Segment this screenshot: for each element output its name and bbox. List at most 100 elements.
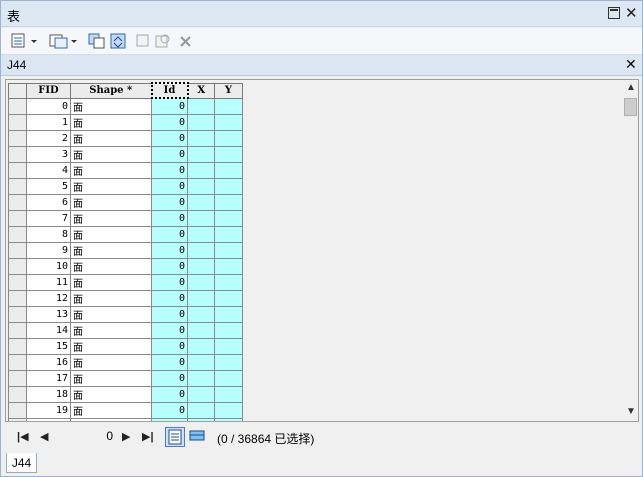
- cell-x[interactable]: [187, 241, 215, 259]
- table-row[interactable]: 6面 0: [8, 193, 243, 211]
- scroll-up-icon[interactable]: ▲: [626, 82, 636, 93]
- cell-shape[interactable]: 面: [70, 385, 152, 403]
- cell-x[interactable]: [187, 353, 215, 371]
- table-row[interactable]: 0面0: [8, 97, 243, 115]
- cell-id[interactable]: 0: [151, 193, 188, 211]
- row-selector[interactable]: [8, 161, 27, 179]
- table-row[interactable]: 19 面 0: [8, 401, 243, 419]
- cell-id[interactable]: 0: [151, 337, 188, 355]
- cell-id[interactable]: 0: [151, 241, 188, 259]
- cell-fid[interactable]: 14: [26, 321, 71, 339]
- cell-x[interactable]: [187, 273, 215, 291]
- cell-id[interactable]: 0: [151, 177, 188, 195]
- row-selector[interactable]: [8, 145, 27, 163]
- cell-y[interactable]: [214, 401, 243, 419]
- cell-y[interactable]: [214, 177, 243, 195]
- cell-y[interactable]: [214, 305, 243, 323]
- cell-fid[interactable]: 7: [26, 209, 71, 227]
- delete-selected-icon[interactable]: [179, 33, 193, 49]
- scroll-thumb[interactable]: [624, 98, 637, 116]
- column-header-fid[interactable]: FID: [26, 82, 71, 99]
- cell-fid[interactable]: 11: [26, 273, 71, 291]
- table-row[interactable]: 13 面 0: [8, 305, 243, 323]
- table-row[interactable]: 3面 0: [8, 145, 243, 163]
- cell-shape[interactable]: 面: [70, 257, 152, 275]
- cell-id[interactable]: 0: [151, 97, 188, 115]
- cell-id[interactable]: 0: [151, 369, 188, 387]
- first-record-icon[interactable]: |◀: [17, 430, 29, 443]
- cell-x[interactable]: [187, 417, 215, 421]
- vertical-scrollbar[interactable]: ▲ ▼: [622, 80, 638, 421]
- table-row[interactable]: 18 面 0: [8, 385, 243, 403]
- cell-y[interactable]: [214, 97, 243, 115]
- cell-id[interactable]: 0: [151, 145, 188, 163]
- row-selector[interactable]: [8, 241, 27, 259]
- row-selector[interactable]: [8, 97, 27, 115]
- cell-id[interactable]: 0: [151, 417, 188, 421]
- cell-x[interactable]: [187, 97, 215, 115]
- table-row[interactable]: 11 面 0: [8, 273, 243, 291]
- cell-x[interactable]: [187, 225, 215, 243]
- cell-shape[interactable]: 面: [70, 305, 152, 323]
- cell-fid[interactable]: 10: [26, 257, 71, 275]
- bottom-tab-j44[interactable]: J44: [6, 453, 37, 473]
- cell-y[interactable]: [214, 225, 243, 243]
- cell-id[interactable]: 0: [151, 257, 188, 275]
- close-table-icon[interactable]: ✕: [625, 56, 637, 73]
- cell-fid[interactable]: 3: [26, 145, 71, 163]
- cell-shape[interactable]: 面: [70, 177, 152, 195]
- cell-fid[interactable]: 8: [26, 225, 71, 243]
- cell-id[interactable]: 0: [151, 113, 188, 131]
- cell-shape[interactable]: 面: [70, 129, 152, 147]
- attribute-grid[interactable]: FID Shape * Id X Y 0面01面02面03面04面05面06面0…: [5, 79, 639, 422]
- cell-fid[interactable]: 4: [26, 161, 71, 179]
- cell-fid[interactable]: 12: [26, 289, 71, 307]
- cell-y[interactable]: [214, 129, 243, 147]
- cell-shape[interactable]: 面: [70, 369, 152, 387]
- cell-shape[interactable]: 面: [70, 113, 152, 131]
- row-selector[interactable]: [8, 321, 27, 339]
- cell-x[interactable]: [187, 145, 215, 163]
- cell-id[interactable]: 0: [151, 353, 188, 371]
- cell-shape[interactable]: 面: [70, 337, 152, 355]
- cell-shape[interactable]: 面: [70, 417, 152, 421]
- switch-selection-icon[interactable]: [110, 33, 128, 49]
- table-options-icon[interactable]: [11, 33, 39, 49]
- cell-shape[interactable]: 面: [70, 145, 152, 163]
- table-row[interactable]: 15 面 0: [8, 337, 243, 355]
- cell-id[interactable]: 0: [151, 385, 188, 403]
- cell-x[interactable]: [187, 257, 215, 275]
- row-selector[interactable]: [8, 401, 27, 419]
- cell-x[interactable]: [187, 305, 215, 323]
- cell-y[interactable]: [214, 369, 243, 387]
- row-selector[interactable]: [8, 225, 27, 243]
- last-record-icon[interactable]: ▶|: [142, 430, 154, 443]
- previous-record-icon[interactable]: ◀: [40, 430, 48, 443]
- cell-y[interactable]: [214, 385, 243, 403]
- cell-y[interactable]: [214, 113, 243, 131]
- table-row[interactable]: 8面 0: [8, 225, 243, 243]
- next-record-icon[interactable]: ▶: [122, 430, 130, 443]
- table-row[interactable]: 12 面 0: [8, 289, 243, 307]
- cell-shape[interactable]: 面: [70, 321, 152, 339]
- cell-x[interactable]: [187, 369, 215, 387]
- cell-y[interactable]: [214, 145, 243, 163]
- cell-id[interactable]: 0: [151, 321, 188, 339]
- cell-y[interactable]: [214, 257, 243, 275]
- cell-id[interactable]: 0: [151, 289, 188, 307]
- row-selector[interactable]: [8, 273, 27, 291]
- cell-y[interactable]: [214, 273, 243, 291]
- cell-y[interactable]: [214, 209, 243, 227]
- table-row[interactable]: 20面0: [8, 417, 243, 421]
- cell-id[interactable]: 0: [151, 225, 188, 243]
- cell-id[interactable]: 0: [151, 209, 188, 227]
- cell-x[interactable]: [187, 161, 215, 179]
- cell-id[interactable]: 0: [151, 273, 188, 291]
- scroll-down-icon[interactable]: ▼: [626, 406, 636, 417]
- cell-id[interactable]: 0: [151, 401, 188, 419]
- cell-fid[interactable]: 6: [26, 193, 71, 211]
- cell-x[interactable]: [187, 209, 215, 227]
- cell-x[interactable]: [187, 385, 215, 403]
- cell-x[interactable]: [187, 129, 215, 147]
- table-row[interactable]: 7面 0: [8, 209, 243, 227]
